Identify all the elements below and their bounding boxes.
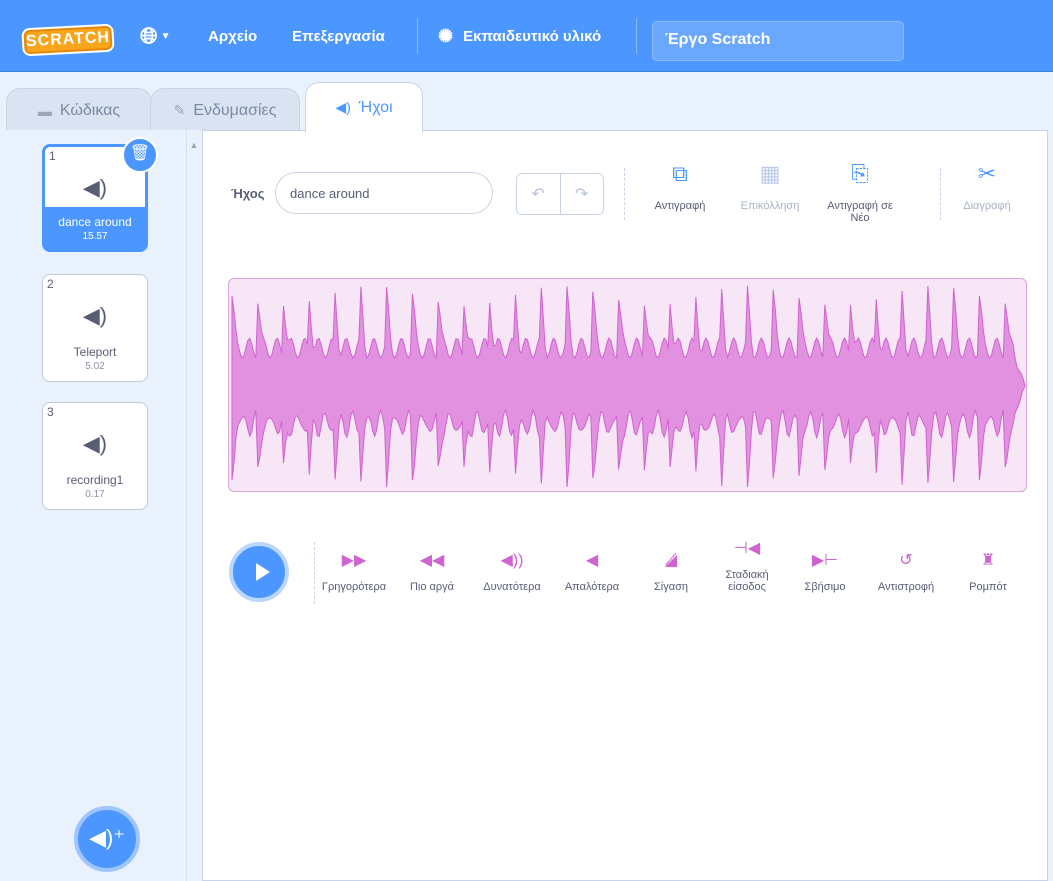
delete-button[interactable]: ✂ Διαγραφή — [954, 161, 1020, 213]
speaker-icon: ◀︎) — [82, 303, 108, 328]
tab-code-label: Κώδικας — [59, 101, 121, 119]
fade-out-icon: ▶⊢ — [811, 552, 839, 569]
mute-icon: ◢̸ — [664, 552, 678, 569]
fast-forward-icon: ▶▶ — [341, 552, 367, 569]
copy-button[interactable]: ⧉ Αντιγραφή — [648, 161, 712, 213]
tab-code[interactable]: ▬ Κώδικας — [6, 88, 152, 132]
copy-icon: ⧉ — [672, 161, 688, 186]
robot-label: Ρομπότ — [969, 581, 1007, 593]
sound-tile-2[interactable]: 2 ◀︎) Teleport 5.02 — [42, 274, 148, 382]
scroll-up-arrow-icon[interactable]: ▲ — [186, 140, 202, 150]
add-sound-icon: ◀︎)⁺ — [89, 825, 125, 850]
softer-label: Απαλότερα — [564, 581, 620, 593]
fade-in-icon: ⊣◀ — [733, 540, 761, 557]
louder-icon: ◀︎)) — [500, 552, 524, 569]
redo-button[interactable]: ↷ — [559, 174, 604, 214]
faster-effect-button[interactable]: ▶▶ Γρηγορότερα — [312, 552, 396, 594]
sound-name: Teleport — [73, 345, 117, 359]
slower-label: Πιο αργά — [409, 581, 455, 593]
sound-number: 2 — [47, 277, 54, 291]
sound-duration: 0.17 — [85, 489, 105, 500]
delete-label: Διαγραφή — [963, 200, 1011, 212]
brush-icon: ✎ — [173, 102, 186, 118]
fade-out-effect-button[interactable]: ▶⊢ Σβήσιμο — [794, 552, 856, 594]
menu-divider — [636, 18, 637, 54]
menu-divider — [417, 18, 418, 54]
project-title-input[interactable]: Έργο Scratch — [652, 21, 904, 61]
waveform-path — [231, 285, 1026, 488]
mute-effect-button[interactable]: ◢̸ Σίγαση — [640, 552, 702, 594]
paste-label: Επικόλληση — [740, 200, 800, 212]
chevron-down-icon: ▼ — [160, 30, 171, 42]
tab-sounds-label: Ήχοι — [358, 98, 393, 116]
toolbar-divider — [624, 168, 625, 220]
copy-to-new-label-2: Νέο — [850, 212, 870, 224]
copy-to-new-icon: ⎘ — [851, 161, 869, 186]
rewind-icon: ◀◀ — [419, 552, 445, 569]
paste-button[interactable]: ▦ Επικόλληση — [732, 161, 808, 213]
trash-icon: 🗑︎ — [129, 145, 151, 162]
sound-name: dance around — [58, 215, 132, 229]
reverse-label: Αντιστροφή — [877, 581, 935, 593]
toolbar-divider — [940, 168, 941, 220]
copy-label: Αντιγραφή — [654, 200, 706, 212]
sound-duration: 5.02 — [85, 361, 105, 372]
paste-icon: ▦ — [759, 161, 781, 186]
sound-name-input[interactable] — [275, 172, 493, 214]
language-menu[interactable]: 🌐︎ ▼ — [140, 0, 171, 72]
sound-name: recording1 — [66, 473, 124, 487]
fade-in-label-2: είσοδος — [728, 581, 766, 593]
robot-icon: ♜ — [980, 552, 996, 569]
tab-sounds[interactable]: ◀︎) Ήχοι — [305, 82, 423, 132]
sound-number: 1 — [49, 149, 56, 163]
lightbulb-icon: ✺ — [438, 25, 454, 46]
fade-in-label-1: Σταδιακή — [725, 569, 769, 581]
speaker-icon: ◀︎) — [335, 99, 351, 115]
delete-sound-button[interactable]: 🗑︎ — [122, 137, 158, 173]
scratch-logo[interactable]: SCRATCH — [21, 23, 115, 57]
scrollbar[interactable] — [186, 130, 202, 881]
copy-to-new-button[interactable]: ⎘ Αντιγραφή σε Νέο — [816, 161, 904, 225]
tutorials-menu[interactable]: ✺ Εκπαιδευτικό υλικό — [438, 0, 601, 72]
globe-icon: 🌐︎ — [140, 23, 158, 48]
fade-out-label: Σβήσιμο — [804, 581, 846, 593]
robot-effect-button[interactable]: ♜ Ρομπότ — [958, 552, 1018, 594]
tab-costumes-label: Ενδυμασίες — [193, 101, 277, 119]
louder-effect-button[interactable]: ◀︎)) Δυνατότερα — [476, 552, 548, 594]
mute-label: Σίγαση — [653, 581, 688, 593]
tab-bar: ▬ Κώδικας ✎ Ενδυμασίες ◀︎) Ήχοι — [0, 72, 1053, 132]
sound-list: 1 ◀︎) dance around 15.57 2 ◀︎) Teleport … — [0, 130, 186, 881]
redo-icon: ↷ — [575, 186, 589, 203]
reverse-icon: ↺ — [899, 552, 913, 569]
sound-duration: 15.57 — [82, 231, 108, 242]
speaker-icon: ◀︎) — [82, 175, 108, 200]
play-button[interactable] — [229, 542, 289, 602]
sound-editor — [202, 130, 1048, 881]
copy-to-new-label-1: Αντιγραφή σε — [827, 200, 893, 212]
tutorials-label: Εκπαιδευτικό υλικό — [463, 27, 602, 45]
sound-name-label: Ήχος — [231, 186, 265, 201]
waveform-display[interactable] — [228, 278, 1027, 492]
slower-effect-button[interactable]: ◀◀ Πιο αργά — [402, 552, 462, 594]
tab-costumes[interactable]: ✎ Ενδυμασίες — [150, 88, 300, 132]
reverse-effect-button[interactable]: ↺ Αντιστροφή — [868, 552, 944, 594]
undo-icon: ↶ — [531, 186, 545, 203]
faster-label: Γρηγορότερα — [321, 581, 387, 593]
add-sound-button[interactable]: ◀︎)⁺ — [74, 806, 140, 872]
edit-menu[interactable]: Επεξεργασία — [292, 0, 385, 72]
sound-number: 3 — [47, 405, 54, 419]
louder-label: Δυνατότερα — [483, 581, 541, 593]
softer-icon: ◀︎ — [585, 552, 599, 569]
scissors-icon: ✂ — [977, 161, 997, 186]
softer-effect-button[interactable]: ◀︎ Απαλότερα — [556, 552, 628, 594]
menu-bar: SCRATCH 🌐︎ ▼ Αρχείο Επεξεργασία ✺ Εκπαιδ… — [0, 0, 1053, 72]
speaker-icon: ◀︎) — [82, 431, 108, 456]
waveform-graphic — [231, 285, 1026, 488]
undo-redo-group: ↶ ↷ — [516, 173, 604, 215]
fade-in-effect-button[interactable]: ⊣◀ Σταδιακή είσοδος — [712, 540, 782, 594]
undo-button[interactable]: ↶ — [517, 174, 560, 214]
code-blocks-icon: ▬ — [37, 102, 52, 119]
file-menu[interactable]: Αρχείο — [208, 0, 257, 72]
sound-tile-3[interactable]: 3 ◀︎) recording1 0.17 — [42, 402, 148, 510]
